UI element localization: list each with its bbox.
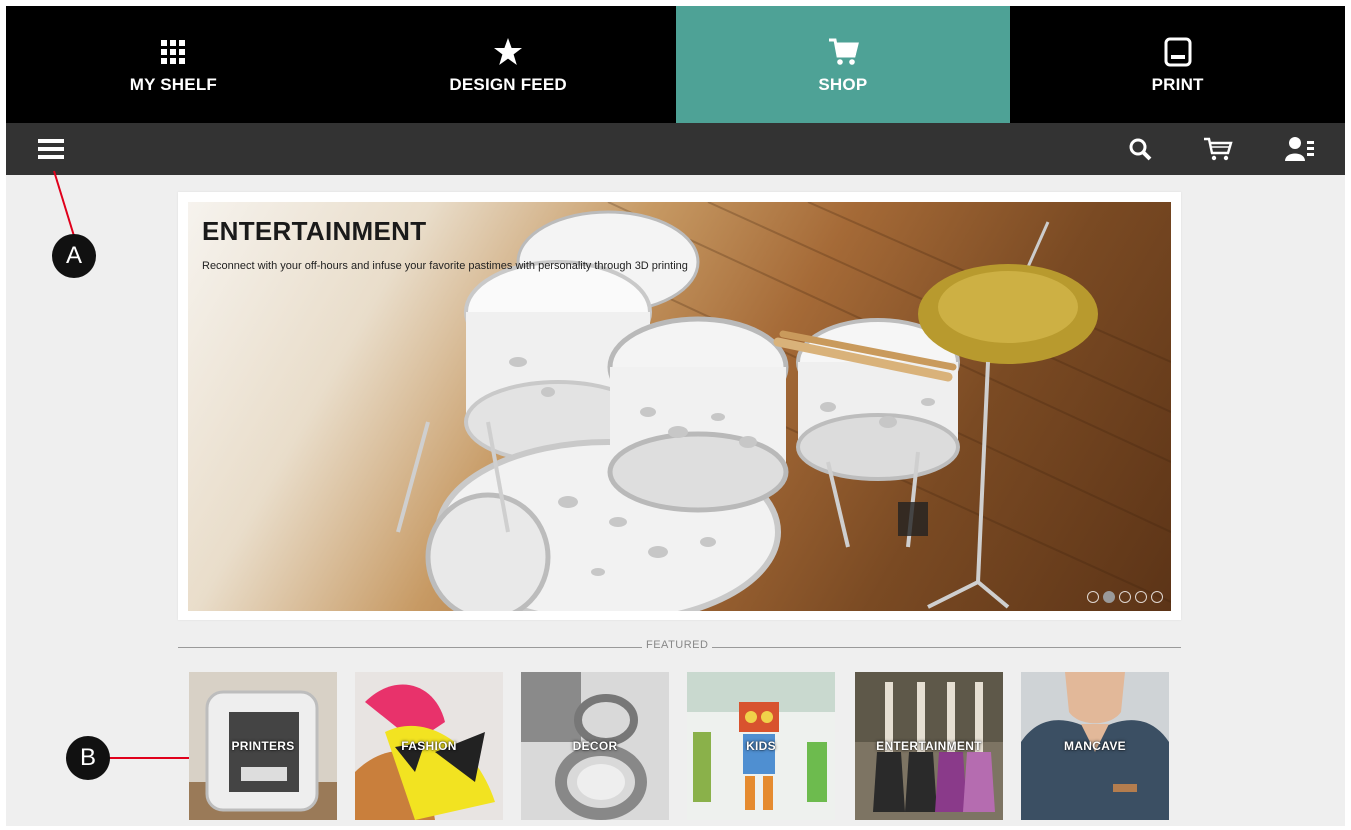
callout-lines <box>53 170 189 759</box>
callout-a: A <box>52 234 96 278</box>
callout-b: B <box>66 736 110 780</box>
app-window: MY SHELF DESIGN FEED SHOP PRINT ENTERTAI… <box>6 6 1345 826</box>
